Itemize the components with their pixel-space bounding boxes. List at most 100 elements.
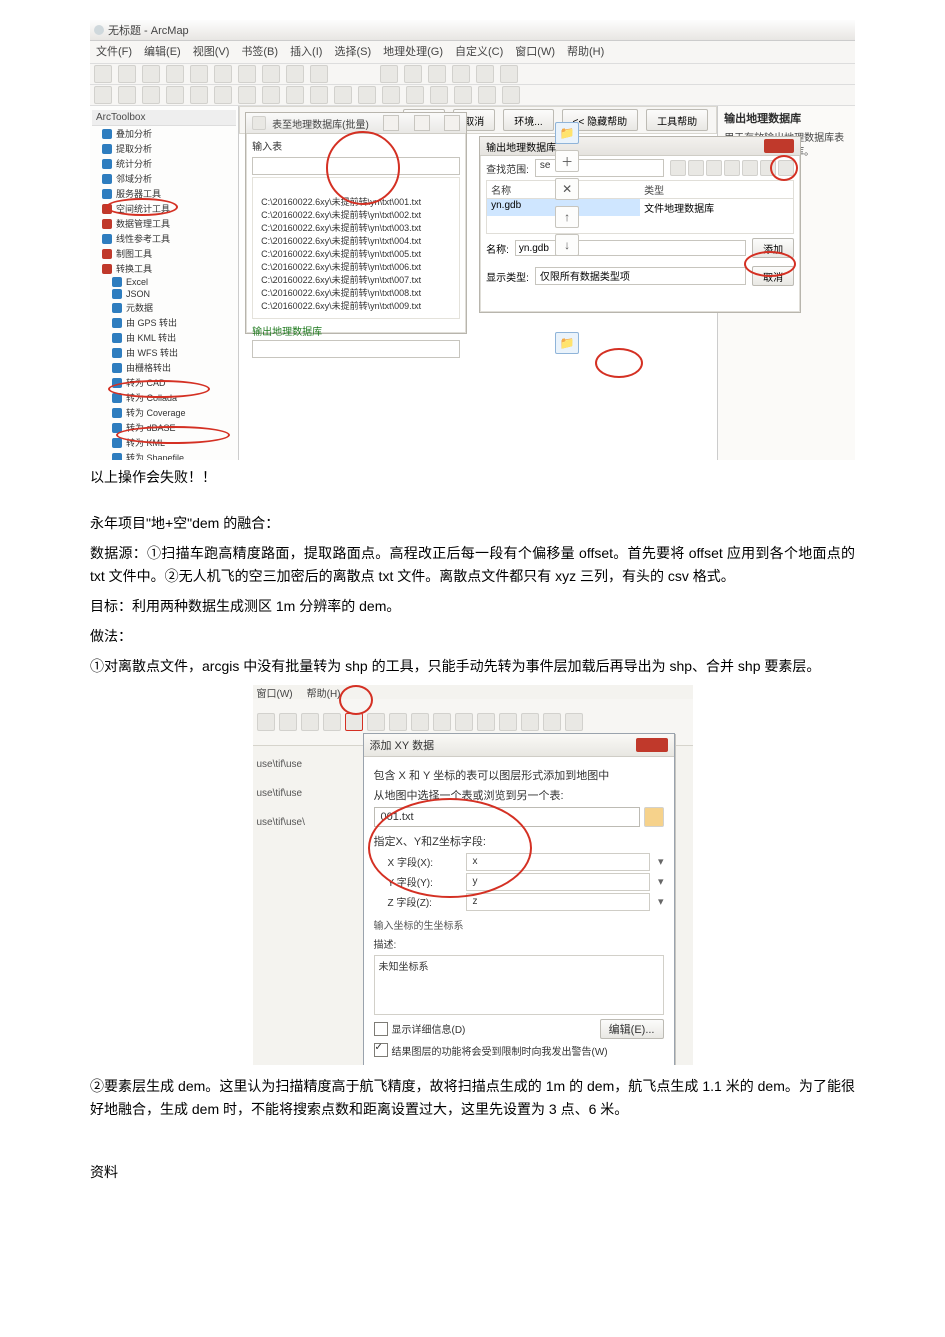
cancel-button[interactable]: 取消 [752,266,794,286]
close-icon[interactable] [764,139,794,153]
tree-item[interactable]: 叠加分析 [92,126,236,141]
tool-icon[interactable] [367,713,385,731]
tool-icon[interactable] [286,86,304,104]
tree-item[interactable]: 空间统计工具 [92,201,236,216]
tool-icon[interactable] [238,86,256,104]
tree-item[interactable]: 由栅格转出 [92,360,236,375]
move-down-button[interactable]: ↓ [555,234,579,256]
details-icon[interactable] [724,160,740,176]
tool-icon[interactable] [389,713,407,731]
dialog-button[interactable]: 环境... [503,109,553,131]
close-icon[interactable] [444,115,460,131]
tool-icon[interactable] [118,86,136,104]
menu-item[interactable]: 帮助(H) [307,685,341,699]
minimize-icon[interactable] [383,115,399,131]
tree-item[interactable]: 由 WFS 转出 [92,345,236,360]
menu-item[interactable]: 窗口(W) [257,685,293,699]
toolbar-row-2[interactable] [90,85,855,106]
tree-item[interactable]: 服务器工具 [92,186,236,201]
close-icon[interactable] [636,738,668,752]
tool-icon[interactable] [521,713,539,731]
new-gdb-icon[interactable] [778,160,794,176]
tree-item[interactable]: 转为 Shapefile [92,450,236,460]
tool-icon[interactable] [142,86,160,104]
menu-item[interactable]: 编辑(E) [144,43,181,61]
menu-item[interactable]: 插入(I) [290,43,322,61]
browse-button[interactable]: 📁 [555,122,579,144]
tool-icon[interactable] [214,65,232,83]
menu-item[interactable]: 文件(F) [96,43,132,61]
tool-icon[interactable] [358,86,376,104]
tool-icon[interactable] [499,713,517,731]
tree-item[interactable]: 转为 CAD [92,375,236,390]
x-field-combo[interactable]: x [466,853,650,871]
tree-item[interactable]: 转为 Coverage [92,405,236,420]
file-row[interactable]: C:\20160022.6xy\未提前转\yn\txt\004.txt [261,235,455,248]
maximize-icon[interactable] [414,115,430,131]
tool-icon[interactable] [257,713,275,731]
tree-item[interactable]: 邻域分析 [92,171,236,186]
tool-icon[interactable] [433,713,451,731]
add-button[interactable]: 添加 [752,238,794,258]
tool-icon[interactable] [380,65,398,83]
connect-icon[interactable] [760,160,776,176]
tool-icon[interactable] [411,713,429,731]
tool-icon[interactable] [382,86,400,104]
tool-icon[interactable] [455,713,473,731]
tree-item[interactable]: 线性参考工具 [92,231,236,246]
tool-icon[interactable] [166,86,184,104]
file-row[interactable]: C:\20160022.6xy\未提前转\yn\txt\001.txt [261,196,455,209]
tool-icon[interactable] [310,65,328,83]
toolbar-row-1[interactable] [90,64,855,85]
table-combo[interactable]: 001.txt [374,807,640,827]
tool-icon[interactable] [454,86,472,104]
menu-item[interactable]: 窗口(W) [515,43,555,61]
menu-item[interactable]: 帮助(H) [567,43,604,61]
file-row[interactable]: C:\20160022.6xy\未提前转\yn\txt\007.txt [261,274,455,287]
tool-icon[interactable] [406,86,424,104]
add-xy-icon[interactable] [345,713,363,731]
toc-item[interactable]: use\tif\use [257,759,357,770]
menu-bar[interactable]: 窗口(W) 帮助(H) [253,685,693,699]
tool-icon[interactable] [323,713,341,731]
show-details-checkbox[interactable] [374,1022,388,1036]
tree-item[interactable]: 制图工具 [92,246,236,261]
tool-icon[interactable] [94,86,112,104]
tool-icon[interactable] [262,65,280,83]
tool-icon[interactable] [334,86,352,104]
y-field-combo[interactable]: y [466,873,650,891]
file-row[interactable]: C:\20160022.6xy\未提前转\yn\txt\003.txt [261,222,455,235]
add-row-button[interactable]: ＋ [555,150,579,172]
tool-icon[interactable] [166,65,184,83]
tool-icon[interactable] [476,65,494,83]
tree-item[interactable]: 提取分析 [92,141,236,156]
toc-item[interactable]: use\tif\use\ [257,817,357,828]
menu-item[interactable]: 选择(S) [334,43,371,61]
menu-item[interactable]: 自定义(C) [455,43,503,61]
menu-item[interactable]: 视图(V) [193,43,230,61]
toc-item[interactable]: use\tif\use [257,788,357,799]
tool-icon[interactable] [190,86,208,104]
input-combo[interactable] [252,157,460,175]
menu-bar[interactable]: 文件(F)编辑(E)视图(V)书签(B)插入(I)选择(S)地理处理(G)自定义… [90,41,855,64]
file-row[interactable]: C:\20160022.6xy\未提前转\yn\txt\002.txt [261,209,455,222]
tool-icon[interactable] [478,86,496,104]
tool-icon[interactable] [94,65,112,83]
list-icon[interactable] [706,160,722,176]
tree-item[interactable]: JSON [92,288,236,300]
tool-icon[interactable] [477,713,495,731]
tool-icon[interactable] [262,86,280,104]
edit-button[interactable]: 编辑(E)... [600,1019,664,1039]
tree-item[interactable]: 由 GPS 转出 [92,315,236,330]
tree-item[interactable]: 转为 Collada [92,390,236,405]
tool-icon[interactable] [286,65,304,83]
tool-icon[interactable] [301,713,319,731]
tree-item[interactable]: 转为 dBASE [92,420,236,435]
file-row[interactable]: C:\20160022.6xy\未提前转\yn\txt\008.txt [261,287,455,300]
dialog-button[interactable]: 工具帮助 [646,109,708,131]
tool-icon[interactable] [142,65,160,83]
tool-icon[interactable] [452,65,470,83]
tree-item[interactable]: 转为 KML [92,435,236,450]
tree-item[interactable]: 由 KML 转出 [92,330,236,345]
name-input[interactable] [515,240,746,256]
